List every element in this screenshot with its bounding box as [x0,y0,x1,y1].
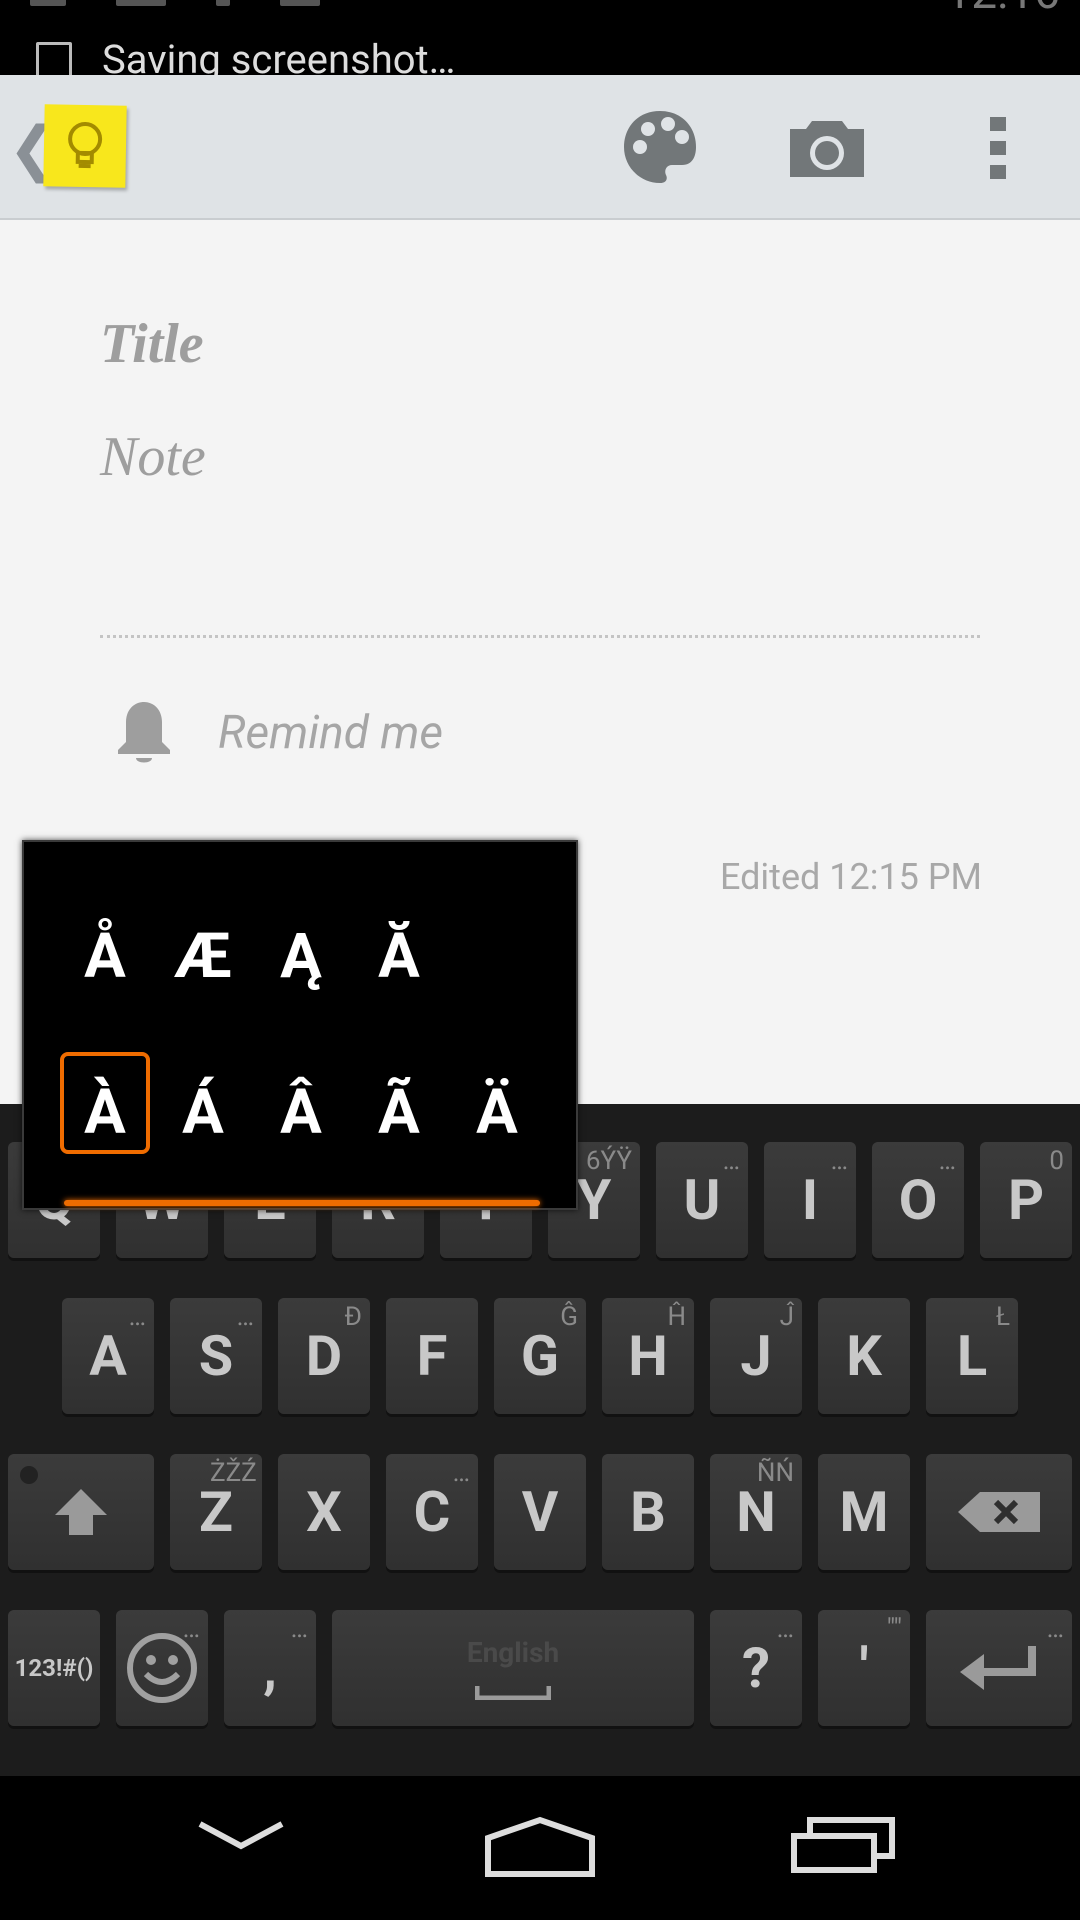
accent-option[interactable]: Æ [158,920,248,993]
key-h[interactable]: HĤ [602,1298,694,1414]
key-z[interactable]: Z ŻŽŹ [170,1454,262,1570]
space-bar-icon [475,1686,551,1700]
key-u[interactable]: U… [656,1142,748,1258]
status-bar: 12:16 Saving screenshot… [0,0,1080,75]
camera-icon[interactable] [786,115,868,185]
comma-key[interactable]: ,… [224,1610,316,1726]
nav-recents-icon[interactable] [790,1812,896,1878]
accent-option[interactable]: Å [60,920,150,993]
emoji-key[interactable]: … [116,1610,208,1726]
accent-option[interactable]: Ã [354,1076,444,1149]
apostrophe-key[interactable]: ' "" [818,1610,910,1726]
accent-option[interactable]: Ă [354,920,444,993]
keep-logo-icon[interactable] [43,104,127,188]
space-key[interactable]: English [332,1610,694,1726]
key-x[interactable]: X [278,1454,370,1570]
accent-option[interactable]: Ä [452,1076,542,1149]
remind-me-button[interactable]: Remind me [218,706,443,760]
key-n[interactable]: N ÑŃ [710,1454,802,1570]
delete-key[interactable] [926,1454,1072,1570]
image-icon [36,42,72,75]
navigation-bar [0,1776,1080,1920]
accent-popup: Å Æ Ą Ă À Á Â Ã Ä [22,840,578,1210]
backspace-icon [958,1492,1040,1532]
key-o[interactable]: O… [872,1142,964,1258]
symbols-key[interactable]: 123!#() [8,1610,100,1726]
edited-timestamp: Edited 12:15 PM [719,856,982,898]
key-p[interactable]: P0 [980,1142,1072,1258]
accent-option[interactable]: Â [256,1076,346,1149]
shift-key[interactable] [8,1454,154,1570]
accent-option[interactable]: Ą [256,920,346,993]
key-b[interactable]: B [602,1454,694,1570]
key-a[interactable]: A… [62,1298,154,1414]
popup-accent-bar [64,1200,540,1206]
nav-home-icon[interactable] [484,1816,596,1882]
key-k[interactable]: K [818,1298,910,1414]
enter-icon [960,1646,1036,1690]
shift-arrow-icon [55,1489,107,1535]
divider [100,635,980,638]
key-l[interactable]: LŁ [926,1298,1018,1414]
key-i[interactable]: I… [764,1142,856,1258]
note-title-input[interactable]: Title [100,312,204,376]
status-time: 12:16 [945,0,1060,20]
key-m[interactable]: M [818,1454,910,1570]
bell-icon[interactable] [114,698,174,772]
accent-option-selected[interactable]: À [60,1076,150,1149]
palette-icon[interactable] [620,107,700,191]
overflow-menu-icon[interactable] [984,115,1012,185]
key-f[interactable]: F [386,1298,478,1414]
nav-back-icon[interactable] [196,1816,286,1860]
accent-option[interactable]: Á [158,1076,248,1149]
space-language-label: English [466,1636,560,1669]
shift-lock-indicator [20,1466,38,1484]
status-icons [30,0,370,10]
key-d[interactable]: DÐ [278,1298,370,1414]
app-bar: ❮ [0,75,1080,220]
key-j[interactable]: JĴ [710,1298,802,1414]
key-v[interactable]: V [494,1454,586,1570]
key-s[interactable]: S… [170,1298,262,1414]
question-key[interactable]: ?… [710,1610,802,1726]
key-c[interactable]: C… [386,1454,478,1570]
key-g[interactable]: GĜ [494,1298,586,1414]
enter-key[interactable]: … [926,1610,1072,1726]
note-body-input[interactable]: Note [100,425,206,489]
notification-text: Saving screenshot… [102,36,456,75]
